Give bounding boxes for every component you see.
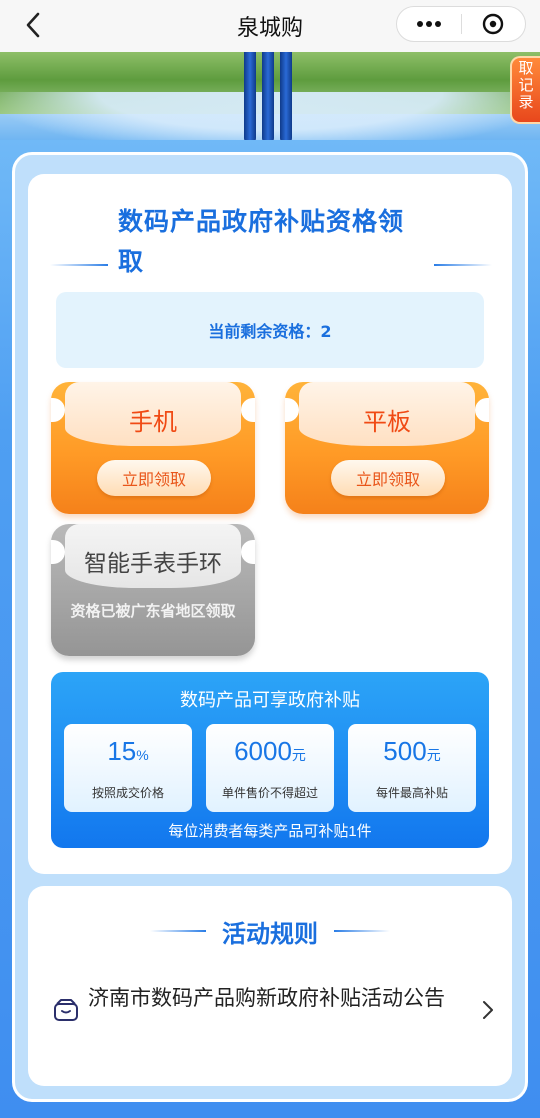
more-button[interactable] bbox=[397, 7, 461, 41]
mini-program-capsule bbox=[396, 6, 526, 42]
remaining-quota: 当前剩余资格：2 bbox=[56, 292, 484, 368]
stat-discount-rate: 15% 按照成交价格 bbox=[64, 724, 192, 812]
banner-pole bbox=[262, 52, 274, 144]
banner-pole bbox=[244, 52, 256, 144]
stat-unit: 元 bbox=[426, 747, 441, 763]
stat-value: 6000元 bbox=[206, 736, 334, 767]
banner-pole bbox=[280, 52, 292, 144]
stat-value: 500元 bbox=[348, 736, 476, 767]
close-circle-icon bbox=[483, 13, 504, 35]
stat-desc: 按照成交价格 bbox=[91, 786, 164, 800]
title-decor-line bbox=[434, 264, 492, 266]
stat-unit: 元 bbox=[291, 747, 306, 763]
rules-title: 活动规则 bbox=[222, 920, 318, 948]
stat-value: 15% bbox=[64, 736, 192, 767]
notice-link[interactable]: 济南市数码产品购新政府补贴活动公告 bbox=[48, 982, 498, 1052]
rules-card: 活动规则 济南市数码产品购新政府补贴活动公告 bbox=[28, 886, 512, 1086]
claim-tablet-button[interactable]: 立即领取 bbox=[331, 460, 445, 496]
nav-bar: 泉城购 bbox=[0, 0, 540, 52]
notice-box-icon bbox=[54, 999, 78, 1021]
coupon-phone[interactable]: 手机 立即领取 bbox=[51, 382, 255, 514]
title-decor-line bbox=[50, 264, 108, 266]
chevron-right-icon bbox=[483, 1001, 493, 1019]
claim-record-tab[interactable]: 取记录 bbox=[510, 56, 540, 124]
claim-phone-button[interactable]: 立即领取 bbox=[97, 460, 211, 496]
stat-number: 15 bbox=[107, 736, 137, 766]
stat-number: 500 bbox=[383, 736, 427, 766]
coupon-smartwatch: 智能手表手环 资格已被广东省地区领取 bbox=[51, 524, 255, 656]
coupon-tablet[interactable]: 平板 立即领取 bbox=[285, 382, 489, 514]
stat-desc: 单件售价不得超过 bbox=[221, 786, 318, 800]
eligibility-title: 数码产品政府补贴资格领取 bbox=[118, 207, 405, 276]
back-button[interactable] bbox=[18, 10, 48, 40]
stat-number: 6000 bbox=[234, 736, 292, 766]
eligibility-header: 数码产品政府补贴资格领取 bbox=[28, 202, 512, 276]
subsidy-title: 数码产品可享政府补贴 bbox=[180, 690, 360, 710]
page-title: 泉城购 bbox=[236, 16, 303, 41]
stat-price-cap: 6000元 单件售价不得超过 bbox=[206, 724, 334, 812]
coupon-name: 手机 bbox=[129, 409, 177, 436]
more-dots-icon bbox=[416, 21, 441, 27]
back-arrow-icon bbox=[26, 12, 40, 38]
stat-desc: 每件最高补贴 bbox=[375, 786, 448, 800]
subsidy-note: 每位消费者每类产品可补贴1件 bbox=[168, 823, 372, 840]
coupon-name: 平板 bbox=[363, 409, 411, 436]
notice-title: 济南市数码产品购新政府补贴活动公告 bbox=[88, 987, 445, 1010]
coupon-claimed-status: 资格已被广东省地区领取 bbox=[70, 602, 236, 620]
stat-unit: % bbox=[136, 747, 149, 763]
title-decor-line bbox=[334, 930, 390, 932]
close-button[interactable] bbox=[462, 7, 526, 41]
stat-max-subsidy: 500元 每件最高补贴 bbox=[348, 724, 476, 812]
subsidy-info-box: 数码产品可享政府补贴 15% 按照成交价格 6000元 单件售价不得超过 500… bbox=[51, 672, 489, 848]
coupon-name: 智能手表手环 bbox=[84, 550, 222, 576]
eligibility-card: 数码产品政府补贴资格领取 当前剩余资格：2 手机 立即领取 平板 立即领取 智能… bbox=[28, 174, 512, 874]
